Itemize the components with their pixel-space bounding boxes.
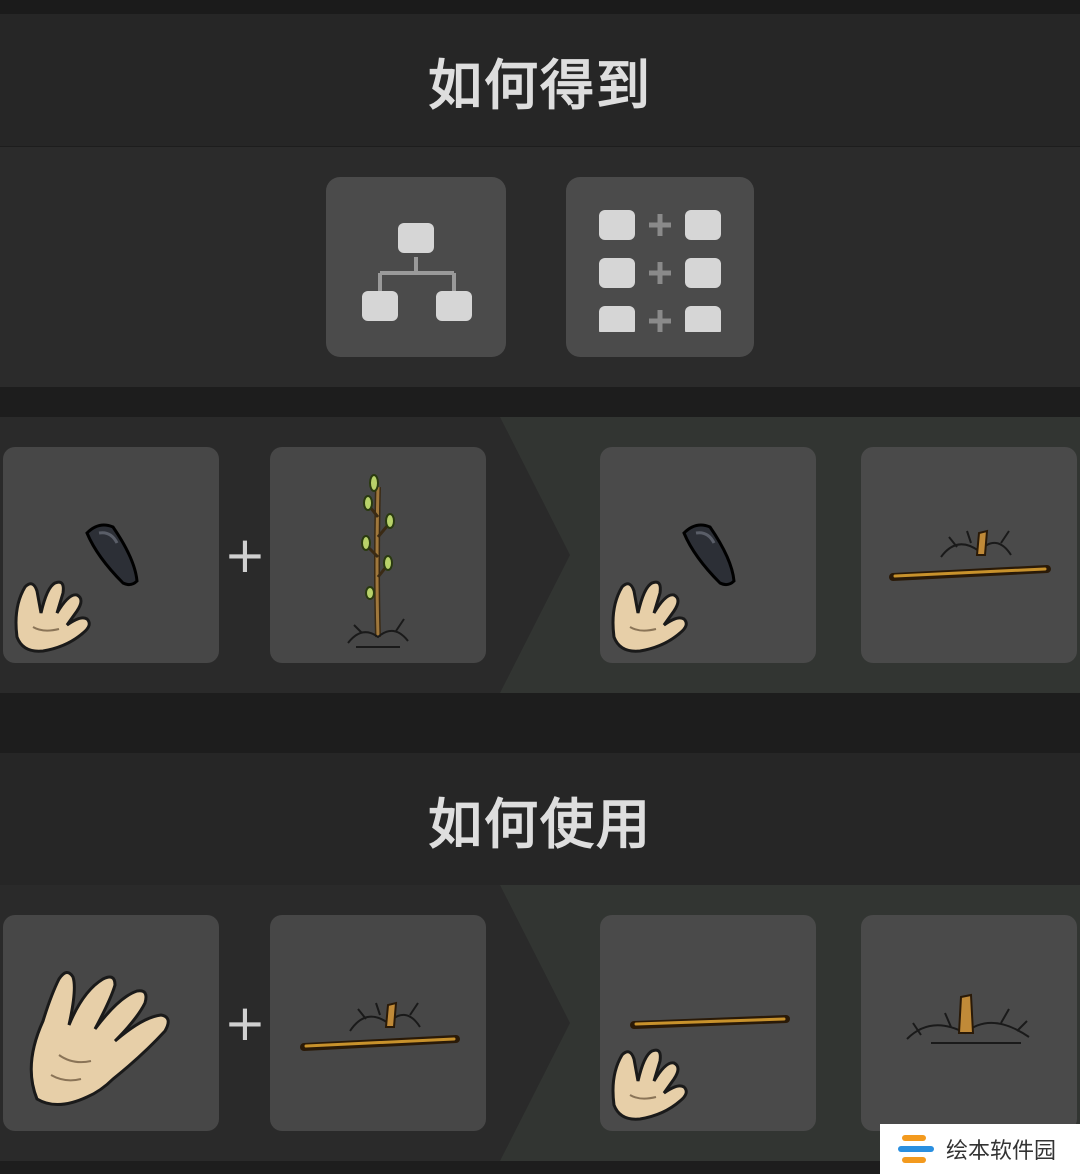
plus-operator: + — [224, 994, 266, 1052]
sapling-stub-icon — [906, 993, 1030, 1044]
input-slot-sharp-stone[interactable] — [3, 447, 219, 663]
obtain-recipe: + — [0, 417, 1080, 693]
top-edge — [0, 0, 1080, 14]
use-header: 如何使用 — [0, 753, 1080, 885]
hand-icon — [14, 580, 91, 653]
output-slot-shaft-and-stub[interactable] — [861, 447, 1077, 663]
sapling-icon — [347, 474, 409, 648]
output-slot-sapling-stub[interactable] — [861, 915, 1077, 1131]
obtain-title: 如何得到 — [428, 53, 652, 117]
use-title: 如何使用 — [428, 792, 652, 856]
divider — [0, 693, 1080, 753]
tech-tree-icon — [362, 223, 472, 321]
hand-icon — [611, 580, 688, 653]
sharp-stone-icon — [85, 523, 139, 587]
watermark: 绘本软件园 — [880, 1124, 1080, 1174]
plus-operator: + — [224, 526, 266, 584]
shaft-on-stub-icon — [889, 529, 1051, 581]
site-logo-icon — [898, 1135, 934, 1163]
long-straight-shaft-icon — [630, 1015, 790, 1029]
shaft-on-stub-icon — [300, 1001, 460, 1051]
input-slot-shaft-and-stub[interactable] — [270, 915, 486, 1131]
hand-icon — [611, 1048, 688, 1121]
watermark-text: 绘本软件园 — [946, 1139, 1057, 1164]
method-selector — [0, 147, 1080, 387]
crafting-grid-button[interactable] — [566, 177, 754, 357]
sharp-stone-icon — [682, 523, 736, 587]
use-recipe: + — [0, 885, 1080, 1161]
input-slot-empty-hand[interactable] — [3, 915, 219, 1131]
divider — [0, 387, 1080, 417]
tech-tree-button[interactable] — [326, 177, 506, 357]
input-slot-sapling[interactable] — [270, 447, 486, 663]
output-slot-sharp-stone[interactable] — [600, 447, 816, 663]
output-slot-shaft-in-hand[interactable] — [600, 915, 816, 1131]
hand-icon — [29, 971, 170, 1106]
crafting-grid-icon — [599, 210, 721, 332]
obtain-header: 如何得到 — [0, 14, 1080, 146]
